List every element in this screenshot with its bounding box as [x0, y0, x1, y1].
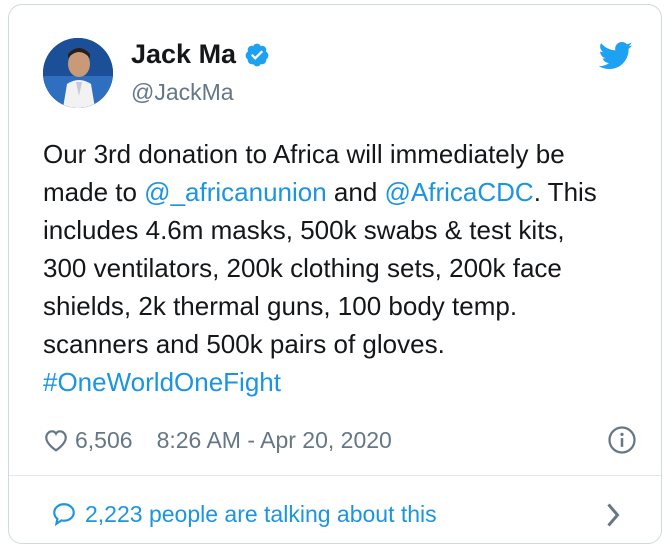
tweet-text-segment: . This	[533, 177, 597, 207]
heart-icon[interactable]	[43, 428, 69, 452]
tweet-text-segment: 300 ventilators, 200k clothing sets, 200…	[43, 253, 562, 283]
tweet-text-segment: shields, 2k thermal guns, 100 body temp.	[43, 291, 518, 321]
avatar[interactable]	[43, 38, 113, 108]
tweet-text-segment: includes 4.6m masks, 500k swabs & test k…	[43, 215, 565, 245]
tweet-link[interactable]: #OneWorldOneFight	[43, 367, 281, 397]
avatar-image	[43, 38, 113, 108]
tweet-text-segment: Our 3rd donation to Africa will immediat…	[43, 139, 565, 169]
info-icon[interactable]	[607, 425, 637, 455]
tweet-text-segment: and	[326, 177, 385, 207]
tweet-meta: 6,506 8:26 AM - Apr 20, 2020	[43, 423, 637, 457]
like-count[interactable]: 6,506	[75, 427, 133, 454]
speech-bubble-icon	[53, 503, 75, 527]
tweet-text-segment: made to	[43, 177, 145, 207]
tweet-link[interactable]: @_africanunion	[144, 177, 327, 207]
author-name[interactable]: Jack Ma	[131, 39, 236, 70]
author-name-row[interactable]: Jack Ma	[131, 39, 270, 70]
conversation-count-text[interactable]: 2,223 people are talking about this	[85, 501, 437, 528]
verified-badge-icon	[245, 43, 269, 66]
chevron-right-icon[interactable]	[605, 503, 621, 527]
twitter-bird-icon[interactable]	[599, 41, 633, 71]
tweet-link[interactable]: @AfricaCDC	[385, 177, 534, 207]
divider	[9, 475, 661, 476]
author-handle[interactable]: @JackMa	[131, 79, 234, 106]
conversation-link[interactable]: 2,223 people are talking about this	[51, 497, 437, 531]
tweet-timestamp[interactable]: 8:26 AM - Apr 20, 2020	[157, 427, 392, 454]
tweet-text: Our 3rd donation to Africa will immediat…	[43, 135, 643, 401]
tweet-text-segment: scanners and 500k pairs of gloves.	[43, 329, 445, 359]
tweet-card: Jack Ma @JackMa Our 3rd donation to Afri…	[8, 4, 662, 544]
